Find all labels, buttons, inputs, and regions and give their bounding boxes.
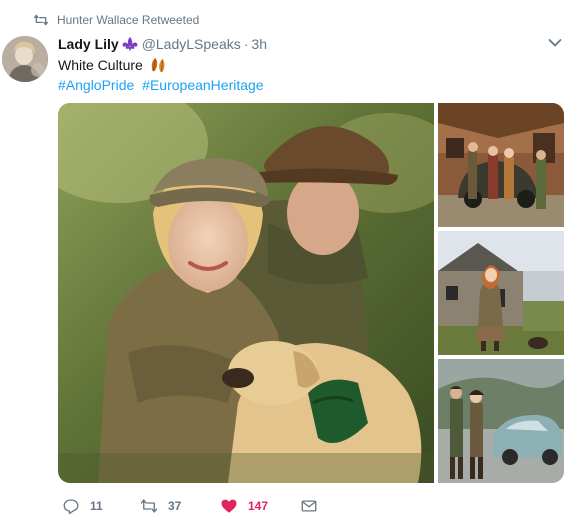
reply-icon <box>63 499 79 515</box>
heart-icon <box>221 499 237 513</box>
media-grid <box>58 103 564 483</box>
hashtag-link[interactable]: #EuropeanHeritage <box>142 77 263 93</box>
avatar[interactable] <box>2 36 48 82</box>
retweet-count: 37 <box>168 499 182 513</box>
tweet[interactable]: Hunter Wallace Retweeted Lady Lily @Lady… <box>0 0 584 516</box>
photo-group-with-vintage-car[interactable] <box>438 103 564 227</box>
hashtags: #AngloPride #EuropeanHeritage <box>58 76 264 94</box>
chevron-down-icon[interactable] <box>548 38 562 48</box>
direct-message-button[interactable] <box>300 497 318 515</box>
display-name[interactable]: Lady Lily <box>58 36 119 52</box>
envelope-icon <box>301 500 317 512</box>
retweet-context: Hunter Wallace Retweeted <box>34 12 199 28</box>
user-handle[interactable]: @LadyLSpeaks <box>142 36 241 52</box>
autumn-leaves-emoji <box>151 57 165 73</box>
like-count: 147 <box>248 499 269 513</box>
like-button[interactable]: 147 <box>220 497 268 515</box>
tweet-text-content: White Culture <box>58 57 143 73</box>
tweet-actions: 11 37 147 <box>58 497 368 516</box>
retweet-icon <box>34 14 48 26</box>
retweet-button[interactable]: 37 <box>140 497 181 515</box>
reply-count: 11 <box>90 499 103 513</box>
hashtag-link[interactable]: #AngloPride <box>58 77 134 93</box>
retweet-context-label[interactable]: Hunter Wallace Retweeted <box>57 13 199 27</box>
timestamp[interactable]: 3h <box>251 36 267 52</box>
tweet-text: White Culture <box>58 56 167 74</box>
separator-dot: · <box>243 36 249 52</box>
reply-button[interactable]: 11 <box>62 497 103 515</box>
photo-couple-with-labrador[interactable] <box>58 103 434 483</box>
tweet-header: Lady Lily @LadyLSpeaks · 3h <box>58 35 267 53</box>
photo-couple-with-classic-car[interactable] <box>438 359 564 483</box>
fleur-de-lis-icon <box>122 36 138 52</box>
retweet-icon <box>140 499 158 513</box>
photo-woman-stone-cottage[interactable] <box>438 231 564 355</box>
